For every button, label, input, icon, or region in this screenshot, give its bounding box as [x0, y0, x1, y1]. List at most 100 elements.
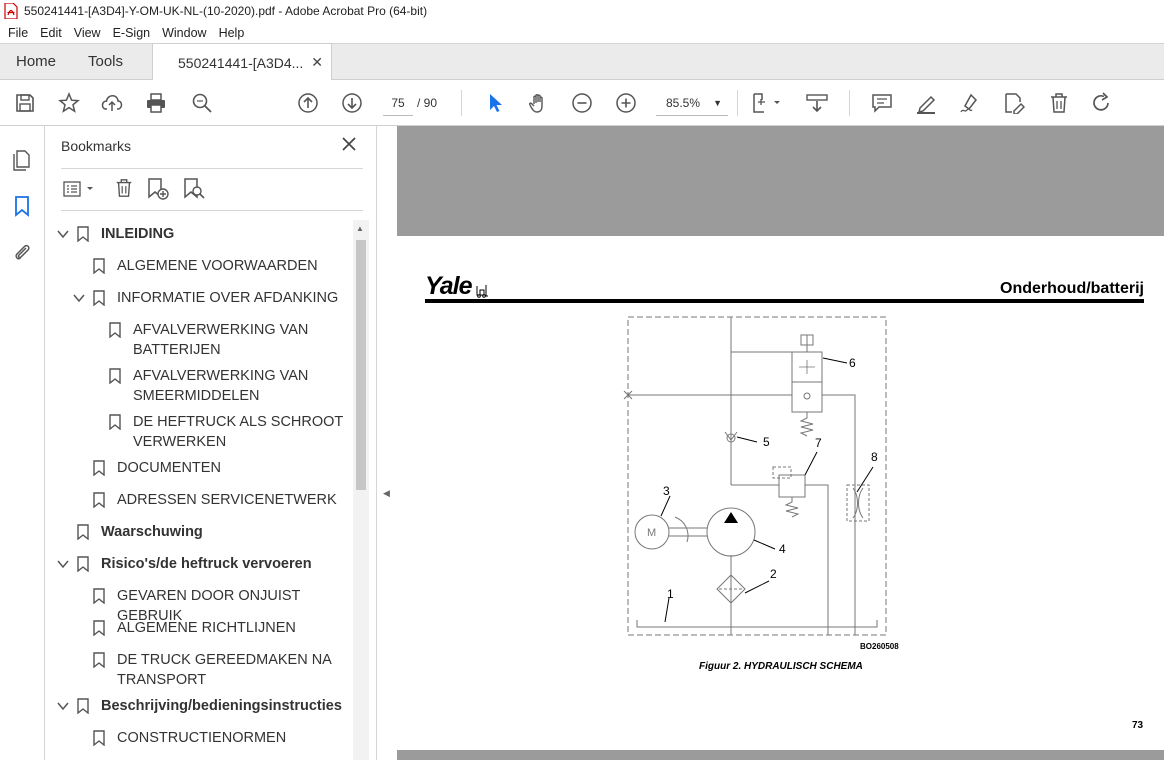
bookmark-label: Waarschuwing: [101, 524, 203, 540]
fit-page-icon[interactable]: [750, 91, 784, 115]
zoom-out-icon[interactable]: [570, 91, 594, 115]
panel-divider: [61, 210, 363, 211]
callout-label: 6: [849, 356, 856, 370]
search-icon[interactable]: [190, 91, 214, 115]
title-bar: 550241441-[A3D4]-Y-OM-UK-NL-(10-2020).pd…: [0, 0, 1164, 22]
document-view[interactable]: Yale Onderhoud/batterij 1 2 3 4 5 6 7 8 …: [397, 126, 1164, 760]
bookmarks-panel: Bookmarks INLEIDING ALGEMENE VOORWAARDEN…: [45, 126, 377, 760]
bookmark-icon: [93, 730, 105, 746]
sign-icon[interactable]: [958, 91, 982, 115]
acrobat-app-icon: [4, 3, 18, 19]
chevron-down-icon[interactable]: [57, 700, 69, 712]
attachment-icon[interactable]: [10, 240, 34, 264]
save-icon[interactable]: [13, 91, 37, 115]
bookmark-label: ADRESSEN SERVICENETWERK: [117, 492, 337, 508]
delete-bookmark-icon[interactable]: [114, 177, 134, 199]
chevron-down-icon[interactable]: [73, 292, 85, 304]
bookmark-item[interactable]: DE HEFTRUCK ALS SCHROOT VERWERKEN: [45, 412, 357, 452]
tab-tools[interactable]: Tools: [88, 44, 123, 80]
zoom-in-icon[interactable]: [614, 91, 638, 115]
bookmark-item[interactable]: AFVALVERWERKING VAN BATTERIJEN: [45, 320, 357, 360]
cursor-icon[interactable]: [483, 91, 507, 115]
page-down-icon[interactable]: [340, 91, 364, 115]
callout-label: 3: [663, 484, 670, 498]
bookmark-label: AFVALVERWERKING VAN SMEERMIDDELEN: [133, 368, 309, 404]
menu-edit[interactable]: Edit: [34, 26, 68, 40]
menu-help[interactable]: Help: [213, 26, 251, 40]
callout-label: 2: [770, 567, 777, 581]
new-bookmark-icon[interactable]: [146, 177, 170, 201]
scroll-up-icon[interactable]: ▲: [356, 224, 364, 233]
close-icon[interactable]: [341, 136, 357, 152]
tab-document-label: 550241441-[A3D4...: [178, 54, 304, 71]
redo-icon[interactable]: [1090, 91, 1114, 115]
left-rail: [0, 126, 45, 760]
hand-icon[interactable]: [526, 91, 550, 115]
menu-esign[interactable]: E-Sign: [107, 26, 157, 40]
tab-home[interactable]: Home: [16, 44, 56, 80]
bookmark-icon: [93, 290, 105, 306]
edit-pdf-icon[interactable]: [1002, 91, 1026, 115]
bookmark-scrollbar[interactable]: ▲: [353, 220, 369, 760]
bookmark-label: Beschrijving/bedieningsinstructies: [101, 698, 342, 714]
panel-splitter[interactable]: ◀: [377, 126, 397, 760]
bookmark-panel-icon[interactable]: [10, 194, 34, 218]
menu-window[interactable]: Window: [156, 26, 212, 40]
bookmark-item[interactable]: AFVALVERWERKING VAN SMEERMIDDELEN: [45, 366, 357, 406]
upload-icon[interactable]: [100, 91, 124, 115]
comment-icon[interactable]: [870, 91, 894, 115]
menu-bar: File Edit View E-Sign Window Help: [0, 22, 1164, 43]
menu-file[interactable]: File: [2, 26, 34, 40]
callout-label: 1: [667, 587, 674, 601]
close-tab-icon[interactable]: ✕: [311, 54, 323, 71]
print-icon[interactable]: [144, 91, 168, 115]
bookmark-icon: [93, 652, 105, 668]
bookmark-label: ALGEMENE RICHTLIJNEN: [117, 620, 296, 636]
star-icon[interactable]: [57, 91, 81, 115]
chevron-down-icon: ▼: [713, 98, 722, 108]
callout-label: 4: [779, 542, 786, 556]
callout-label: 7: [815, 436, 822, 450]
bookmark-icon: [109, 414, 121, 430]
bookmark-icon: [77, 556, 89, 572]
tab-document[interactable]: 550241441-[A3D4... ✕: [152, 43, 332, 81]
toolbar-divider: [849, 90, 850, 116]
header-rule: [425, 299, 1144, 303]
bookmark-item[interactable]: DE TRUCK GEREEDMAKEN NA TRANSPORT: [45, 650, 357, 690]
highlight-icon[interactable]: [914, 91, 938, 115]
zoom-select[interactable]: 85.5% ▼: [656, 90, 728, 116]
pdf-page: Yale Onderhoud/batterij 1 2 3 4 5 6 7 8 …: [397, 236, 1164, 750]
figure-caption: Figuur 2. HYDRAULISCH SCHEMA: [699, 661, 863, 672]
bookmark-label: DE HEFTRUCK ALS SCHROOT VERWERKEN: [133, 414, 344, 450]
options-menu-icon[interactable]: [63, 180, 97, 198]
bookmark-icon: [77, 524, 89, 540]
delete-icon[interactable]: [1047, 91, 1071, 115]
hydraulic-schematic: 1 2 3 4 5 6 7 8 M: [623, 316, 887, 636]
bookmark-icon: [93, 588, 105, 604]
panel-title: Bookmarks: [61, 138, 132, 154]
pages-icon[interactable]: [10, 148, 34, 172]
find-bookmark-icon[interactable]: [182, 177, 206, 201]
bookmark-icon: [93, 460, 105, 476]
menu-view[interactable]: View: [68, 26, 107, 40]
scrollbar-thumb[interactable]: [356, 240, 366, 490]
bookmark-icon: [93, 492, 105, 508]
bookmark-label: AFVALVERWERKING VAN BATTERIJEN: [133, 322, 309, 358]
scroll-mode-icon[interactable]: [805, 91, 829, 115]
chevron-down-icon[interactable]: [57, 228, 69, 240]
chevron-down-icon[interactable]: [57, 558, 69, 570]
bookmark-label: ALGEMENE VOORWAARDEN: [117, 258, 318, 274]
bookmark-icon: [93, 258, 105, 274]
bookmark-icon: [77, 226, 89, 242]
page-total: / 90: [417, 96, 438, 110]
collapse-panel-icon[interactable]: ◀: [383, 488, 390, 499]
bookmark-icon: [109, 322, 121, 338]
yale-logo: Yale: [425, 272, 473, 300]
bookmark-label: INFORMATIE OVER AFDANKING: [117, 290, 339, 306]
bookmark-label: Risico's/de heftruck vervoeren: [101, 556, 312, 572]
page-number-input[interactable]: 75: [383, 90, 413, 116]
bookmark-list: INLEIDING ALGEMENE VOORWAARDEN INFORMATI…: [45, 220, 357, 760]
figure-id: BO260508: [860, 642, 899, 651]
page-up-icon[interactable]: [296, 91, 320, 115]
panel-divider: [61, 168, 363, 169]
